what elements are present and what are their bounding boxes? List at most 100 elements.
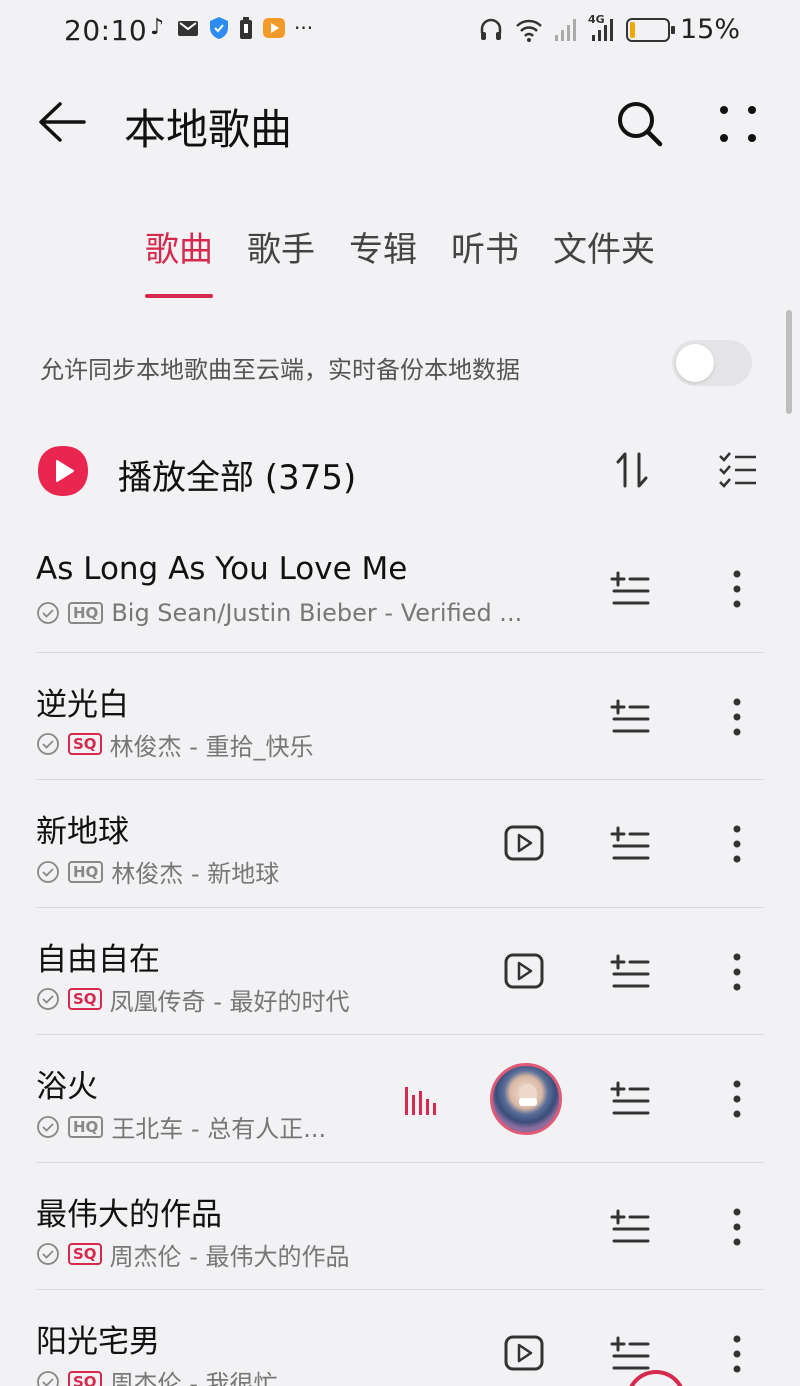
signal-4g-icon: 4G [588, 13, 616, 43]
song-more-icon[interactable] [728, 1334, 746, 1374]
add-to-queue-icon[interactable] [610, 699, 650, 735]
status-bar: 20:10 ♪ ··· 4G 15% [0, 0, 800, 62]
song-meta: HQ 王北车 - 总有人正... [36, 1109, 326, 1144]
tab-folders[interactable]: 文件夹 [553, 222, 655, 292]
cloud-sync-label: 允许同步本地歌曲至云端，实时备份本地数据 [40, 356, 520, 384]
signal-icon [554, 18, 576, 41]
song-row[interactable]: 新地球 HQ 林俊杰 - 新地球 [0, 780, 800, 908]
status-time: 20:10 [64, 14, 148, 47]
music-video-icon[interactable] [504, 825, 544, 861]
song-title: 自由自在 [36, 941, 160, 978]
cloud-sync-row: 允许同步本地歌曲至云端，实时备份本地数据 [40, 340, 752, 390]
song-artist-album: Big Sean/Justin Bieber - Verified ... [111, 599, 523, 627]
album-art-thumbnail[interactable] [490, 1063, 562, 1135]
song-artist-album: 林俊杰 - 新地球 [111, 860, 280, 888]
song-more-icon[interactable] [728, 952, 746, 992]
song-meta: SQ 林俊杰 - 重拾_快乐 [36, 727, 313, 762]
song-title: 阳光宅男 [36, 1324, 160, 1360]
battery-icon [625, 17, 675, 42]
album-art-mask [519, 1098, 537, 1106]
song-more-icon[interactable] [728, 1207, 746, 1247]
quality-badge: HQ [68, 860, 104, 883]
page-title: 本地歌曲 [124, 105, 293, 154]
tab-artists[interactable]: 歌手 [247, 222, 315, 292]
music-video-icon[interactable] [504, 1335, 544, 1371]
downloaded-check-icon [37, 1115, 59, 1138]
music-note-icon: ♪ [149, 15, 165, 40]
play-all-row[interactable]: 播放全部 (375) [36, 440, 766, 504]
status-left-icons: ♪ ··· [146, 15, 314, 41]
song-meta: SQ 周杰伦 - 最伟大的作品 [36, 1237, 349, 1272]
song-more-icon[interactable] [728, 824, 746, 864]
song-artist-album: 王北车 - 总有人正... [111, 1115, 327, 1143]
toggle-knob [676, 344, 714, 382]
song-row[interactable]: 逆光白 SQ 林俊杰 - 重拾_快乐 [0, 653, 800, 780]
add-to-queue-icon[interactable] [610, 1209, 650, 1245]
more-dots-icon: ··· [294, 16, 314, 40]
play-all-icon[interactable] [36, 444, 90, 498]
add-to-queue-icon[interactable] [610, 954, 650, 990]
downloaded-check-icon [37, 1243, 59, 1265]
quality-badge: HQ [68, 1115, 104, 1138]
song-row[interactable]: As Long As You Love Me HQ Big Sean/Justi… [0, 525, 800, 653]
song-row[interactable]: 最伟大的作品 SQ 周杰伦 - 最伟大的作品 [0, 1163, 800, 1290]
category-tabs: 歌曲 歌手 专辑 听书 文件夹 [0, 222, 800, 298]
quality-badge: SQ [68, 1243, 102, 1265]
song-artist-album: 周杰伦 - 最伟大的作品 [109, 1242, 350, 1271]
play-all-label: 播放全部 (375) [118, 458, 357, 498]
add-to-queue-icon[interactable] [610, 571, 650, 607]
song-meta: HQ Big Sean/Justin Bieber - Verified ... [36, 599, 522, 627]
tab-audiobooks[interactable]: 听书 [451, 222, 519, 292]
song-title: 最伟大的作品 [36, 1196, 222, 1233]
song-meta: HQ 林俊杰 - 新地球 [36, 854, 279, 889]
song-row[interactable]: 阳光宅男 SQ 周杰伦 - 我很忙 [0, 1290, 800, 1386]
shield-icon [210, 17, 228, 39]
more-options-icon[interactable] [716, 102, 760, 146]
video-app-icon [263, 18, 285, 38]
song-list: As Long As You Love Me HQ Big Sean/Justi… [0, 525, 800, 1386]
add-to-queue-icon[interactable] [610, 1081, 650, 1117]
back-arrow-icon[interactable] [36, 100, 88, 144]
quality-badge: SQ [68, 1370, 102, 1386]
tab-albums[interactable]: 专辑 [349, 222, 417, 292]
quality-badge: HQ [68, 602, 104, 624]
add-to-queue-icon[interactable] [610, 1336, 650, 1372]
song-more-icon[interactable] [728, 569, 746, 609]
top-app-bar: 本地歌曲 [0, 62, 800, 192]
tab-songs[interactable]: 歌曲 [145, 222, 213, 298]
song-meta: SQ 周杰伦 - 我很忙 [36, 1364, 277, 1386]
song-meta: SQ 凤凰传奇 - 最好的时代 [36, 982, 349, 1017]
song-row[interactable]: 浴火 HQ 王北车 - 总有人正... [0, 1035, 800, 1163]
song-title: 逆光白 [36, 686, 129, 723]
add-to-queue-icon[interactable] [610, 826, 650, 862]
song-more-icon[interactable] [728, 1079, 746, 1119]
mail-icon [178, 21, 198, 36]
battery-percent: 15% [679, 14, 740, 45]
scrollbar[interactable] [786, 310, 792, 414]
song-artist-album: 周杰伦 - 我很忙 [109, 1370, 278, 1386]
music-video-icon[interactable] [504, 953, 544, 989]
downloaded-check-icon [37, 1370, 59, 1386]
downloaded-check-icon [37, 860, 59, 883]
downloaded-check-icon [37, 602, 59, 624]
status-right-icons: 4G 15% [478, 13, 740, 45]
song-title: 新地球 [36, 814, 129, 850]
song-title: 浴火 [36, 1069, 98, 1105]
quality-badge: SQ [68, 988, 102, 1010]
battery-saver-icon [240, 17, 252, 39]
wifi-icon [516, 19, 542, 42]
headphones-icon [480, 18, 502, 40]
cloud-sync-toggle[interactable] [672, 340, 752, 386]
sort-icon[interactable] [614, 450, 650, 490]
song-title: As Long As You Love Me [36, 551, 408, 587]
now-playing-equalizer-icon [405, 1087, 436, 1115]
downloaded-check-icon [37, 733, 59, 755]
song-more-icon[interactable] [728, 697, 746, 737]
downloaded-check-icon [37, 988, 59, 1010]
song-row[interactable]: 自由自在 SQ 凤凰传奇 - 最好的时代 [0, 908, 800, 1035]
song-artist-album: 林俊杰 - 重拾_快乐 [109, 732, 314, 761]
song-artist-album: 凤凰传奇 - 最好的时代 [109, 987, 350, 1016]
multi-select-icon[interactable] [718, 450, 758, 490]
search-icon[interactable] [614, 98, 666, 150]
quality-badge: SQ [68, 733, 102, 755]
